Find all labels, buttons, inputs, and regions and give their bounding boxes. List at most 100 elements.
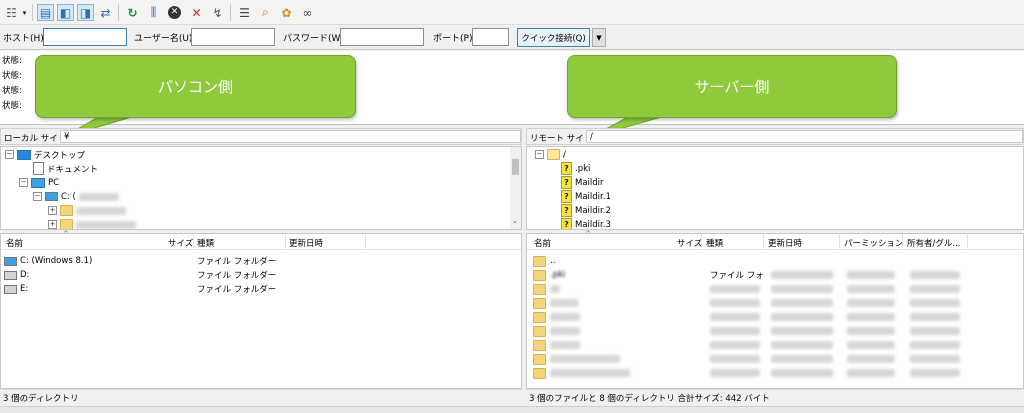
tree-item-maildir[interactable]: ? Maildir xyxy=(561,176,604,189)
column-permissions[interactable]: パーミッション xyxy=(844,237,904,249)
local-directory-tree[interactable]: − デスクトップ ドキュメント − PC − C: ( + + ⌄ xyxy=(0,146,522,230)
blurred-text xyxy=(78,192,119,201)
tree-item-blurred[interactable]: + xyxy=(48,218,136,229)
local-column-header: ^ 名前 サイズ 種類 更新日時 xyxy=(1,230,521,250)
collapse-icon[interactable]: − xyxy=(19,178,28,187)
file-row[interactable]: .pki ファイル フォ xyxy=(533,268,1013,282)
file-row[interactable]: E: ファイル フォルダー xyxy=(4,282,514,296)
blurred-text xyxy=(710,341,760,349)
remote-column-header: ^ 名前 サイズ 種類 更新日時 パーミッション 所有者/グル... xyxy=(527,230,1023,250)
remote-status-bar: 3 個のファイルと 8 個のディレクトリ 合計サイズ: 442 バイト xyxy=(526,389,1024,406)
unknown-folder-icon: ? xyxy=(561,162,572,175)
file-row-blurred[interactable] xyxy=(533,366,1013,380)
file-row[interactable]: C: (Windows 8.1) ファイル フォルダー xyxy=(4,254,514,268)
blurred-text xyxy=(847,285,895,293)
blurred-text xyxy=(910,369,960,377)
tree-item-pki[interactable]: ? .pki xyxy=(561,162,590,175)
blurred-text xyxy=(910,355,960,363)
remote-file-list[interactable]: ^ 名前 サイズ 種類 更新日時 パーミッション 所有者/グル... .. .p… xyxy=(526,230,1024,389)
unknown-folder-icon: ? xyxy=(561,204,572,217)
blurred-text xyxy=(550,313,580,321)
tree-item-c-drive[interactable]: − C: ( xyxy=(33,190,119,203)
tree-item-label: ドキュメント xyxy=(47,164,99,175)
remote-path-input[interactable]: / xyxy=(586,130,1023,143)
file-row-blurred[interactable] xyxy=(533,296,1013,310)
local-file-list[interactable]: ^ 名前 サイズ 種類 更新日時 C: (Windows 8.1) ファイル フ… xyxy=(0,230,522,389)
file-row[interactable]: D: ファイル フォルダー xyxy=(4,268,514,282)
local-tree-scrollbar[interactable]: ⌄ xyxy=(510,147,521,229)
tree-item-pc[interactable]: − PC xyxy=(19,176,59,189)
file-name: .pki xyxy=(550,270,566,280)
blurred-text xyxy=(710,369,760,377)
folder-icon xyxy=(533,255,546,267)
local-path-bar: ローカル サイト: ¥ xyxy=(0,128,522,145)
tree-item-documents[interactable]: ドキュメント xyxy=(33,162,98,175)
file-name: .. xyxy=(550,256,556,266)
file-name: D: xyxy=(20,270,30,280)
column-name[interactable]: 名前 xyxy=(534,237,551,249)
column-type[interactable]: 種類 xyxy=(706,237,723,249)
column-modified[interactable]: 更新日時 xyxy=(768,237,802,249)
column-modified[interactable]: 更新日時 xyxy=(289,237,323,249)
blurred-text xyxy=(550,355,620,363)
blurred-text xyxy=(847,313,895,321)
expand-icon[interactable]: + xyxy=(48,206,57,215)
tree-item-blurred[interactable]: + xyxy=(48,204,126,217)
blurred-text xyxy=(910,327,960,335)
remote-directory-tree[interactable]: − / ? .pki ? Maildir ? Maildir.1 ? Maild… xyxy=(526,146,1024,230)
blurred-text xyxy=(847,369,895,377)
column-size[interactable]: サイズ xyxy=(677,237,702,249)
desktop-icon xyxy=(17,149,31,160)
blurred-text xyxy=(771,299,833,307)
tree-item-label: Maildir.1 xyxy=(575,191,611,202)
bottom-border xyxy=(0,406,1024,413)
blurred-text xyxy=(910,285,960,293)
column-size[interactable]: サイズ xyxy=(168,237,193,249)
file-row-blurred[interactable] xyxy=(533,324,1013,338)
column-owner-group[interactable]: 所有者/グル... xyxy=(907,237,960,249)
column-type[interactable]: 種類 xyxy=(197,237,214,249)
expand-icon[interactable]: + xyxy=(48,220,57,229)
file-name: E: xyxy=(20,284,29,294)
local-side-callout: パソコン側 xyxy=(35,55,356,118)
folder-icon xyxy=(533,269,546,281)
file-type: ファイル フォルダー xyxy=(197,257,277,267)
blurred-text xyxy=(771,313,833,321)
file-row-parent[interactable]: .. xyxy=(533,254,555,268)
collapse-icon[interactable]: − xyxy=(5,150,14,159)
tree-item-desktop[interactable]: − デスクトップ xyxy=(5,148,85,161)
file-row-blurred[interactable] xyxy=(533,310,1013,324)
file-name: C: (Windows 8.1) xyxy=(20,256,93,266)
scrollbar-thumb[interactable] xyxy=(512,159,519,175)
folder-icon xyxy=(533,311,546,323)
file-row-blurred[interactable] xyxy=(533,352,1013,366)
blurred-text xyxy=(550,285,560,293)
local-path-input[interactable]: ¥ xyxy=(60,130,521,143)
file-type: ファイル フォ xyxy=(710,271,764,281)
blurred-text xyxy=(550,327,580,335)
collapse-icon[interactable]: − xyxy=(535,150,544,159)
scroll-down-icon[interactable]: ⌄ xyxy=(512,217,518,225)
collapse-icon[interactable]: − xyxy=(33,192,42,201)
file-row-blurred[interactable] xyxy=(533,282,1013,296)
blurred-text xyxy=(771,271,833,279)
blurred-text xyxy=(847,299,895,307)
blurred-text xyxy=(910,299,960,307)
tree-item-maildir-3[interactable]: ? Maildir.3 xyxy=(561,218,611,230)
folder-icon xyxy=(533,339,546,351)
file-row-blurred[interactable] xyxy=(533,338,1013,352)
blurred-text xyxy=(771,341,833,349)
tree-item-maildir-1[interactable]: ? Maildir.1 xyxy=(561,190,611,203)
tree-item-maildir-2[interactable]: ? Maildir.2 xyxy=(561,204,611,217)
tree-item-root[interactable]: − / xyxy=(535,148,566,161)
blurred-text xyxy=(76,220,136,229)
file-type: ファイル フォルダー xyxy=(197,285,277,295)
tree-item-label: デスクトップ xyxy=(34,150,86,161)
folder-icon xyxy=(60,219,73,229)
column-name[interactable]: 名前 xyxy=(6,237,23,249)
tree-item-label: Maildir.3 xyxy=(575,219,611,230)
drive-icon xyxy=(4,256,17,266)
tree-item-label: / xyxy=(563,149,566,160)
blurred-text xyxy=(847,341,895,349)
folder-icon xyxy=(533,353,546,365)
